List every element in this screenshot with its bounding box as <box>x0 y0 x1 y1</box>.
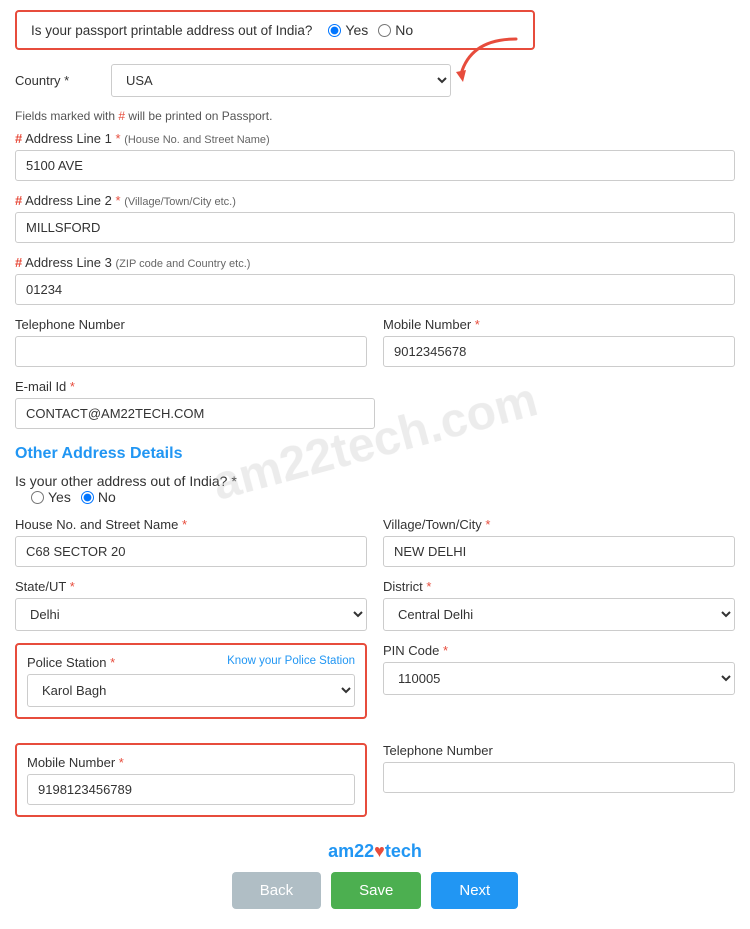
passport-no-radio[interactable] <box>378 24 391 37</box>
next-button[interactable]: Next <box>431 872 518 909</box>
telephone2-label: Telephone Number <box>383 743 735 758</box>
other-no-label[interactable]: No <box>81 489 116 505</box>
police-col: Police Station * Know your Police Statio… <box>15 643 367 731</box>
country-row: Country * USA India UK Canada Australia <box>15 64 735 97</box>
address-line2-input[interactable] <box>15 212 735 243</box>
address-line2-col: # Address Line 2 * (Village/Town/City et… <box>15 193 735 243</box>
telephone-label: Telephone Number <box>15 317 367 332</box>
district-label: District * <box>383 579 735 594</box>
house-input[interactable] <box>15 536 367 567</box>
email-row: E-mail Id * <box>15 379 735 429</box>
address-line3-input[interactable] <box>15 274 735 305</box>
other-no-radio[interactable] <box>81 491 94 504</box>
know-police-link[interactable]: Know your Police Station <box>227 655 355 667</box>
other-address-radio-group: Yes No <box>31 489 237 505</box>
house-label: House No. and Street Name * <box>15 517 367 532</box>
telephone2-input[interactable] <box>383 762 735 793</box>
mobile2-col: Mobile Number * <box>15 743 367 829</box>
print-note: Fields marked with # will be printed on … <box>15 109 735 123</box>
back-button[interactable]: Back <box>232 872 321 909</box>
police-select[interactable]: Karol Bagh Connaught Place Chandni Chowk <box>27 674 355 707</box>
passport-no-label[interactable]: No <box>378 22 413 38</box>
address-line2-label: # Address Line 2 * (Village/Town/City et… <box>15 193 735 208</box>
police-pin-row: Police Station * Know your Police Statio… <box>15 643 735 731</box>
other-yes-label[interactable]: Yes <box>31 489 71 505</box>
passport-no-text: No <box>395 22 413 38</box>
telephone2-col: Telephone Number <box>383 743 735 793</box>
mobile-input[interactable] <box>383 336 735 367</box>
red-arrow-svg <box>451 34 531 99</box>
save-button[interactable]: Save <box>331 872 421 909</box>
other-yes-text: Yes <box>48 489 71 505</box>
button-row: Back Save Next <box>15 872 735 909</box>
village-label: Village/Town/City * <box>383 517 735 532</box>
passport-yes-text: Yes <box>345 22 368 38</box>
red-arrow-indicator <box>451 34 531 102</box>
police-highlighted-box: Police Station * Know your Police Statio… <box>15 643 367 719</box>
village-input[interactable] <box>383 536 735 567</box>
country-label: Country * <box>15 73 95 88</box>
email-label: E-mail Id * <box>15 379 375 394</box>
mobile2-telephone2-row: Mobile Number * Telephone Number <box>15 743 735 829</box>
mobile2-input[interactable] <box>27 774 355 805</box>
mobile-label: Mobile Number * <box>383 317 735 332</box>
pin-col: PIN Code * 110005 110001 110002 <box>383 643 735 695</box>
address-line1-input[interactable] <box>15 150 735 181</box>
hash-symbol: # <box>118 109 125 123</box>
house-village-row: House No. and Street Name * Village/Town… <box>15 517 735 567</box>
email-col: E-mail Id * <box>15 379 375 429</box>
address-line3-row: # Address Line 3 (ZIP code and Country e… <box>15 255 735 305</box>
phone-row: Telephone Number Mobile Number * <box>15 317 735 367</box>
other-address-question-label: Is your other address out of India? * <box>15 473 237 489</box>
passport-yes-label[interactable]: Yes <box>328 22 368 38</box>
mobile2-highlighted-box: Mobile Number * <box>15 743 367 817</box>
country-select[interactable]: USA India UK Canada Australia <box>111 64 451 97</box>
other-address-question-col: Is your other address out of India? * Ye… <box>15 473 237 505</box>
email-input[interactable] <box>15 398 375 429</box>
district-select[interactable]: Central Delhi North Delhi South Delhi <box>383 598 735 631</box>
address-line2-row: # Address Line 2 * (Village/Town/City et… <box>15 193 735 243</box>
other-yes-radio[interactable] <box>31 491 44 504</box>
mobile-col: Mobile Number * <box>383 317 735 367</box>
country-required: * <box>64 73 69 88</box>
state-label: State/UT * <box>15 579 367 594</box>
district-col: District * Central Delhi North Delhi Sou… <box>383 579 735 631</box>
passport-question-label: Is your passport printable address out o… <box>31 23 312 38</box>
address-line1-label: # Address Line 1 * (House No. and Street… <box>15 131 735 146</box>
address-line3-col: # Address Line 3 (ZIP code and Country e… <box>15 255 735 305</box>
state-district-row: State/UT * Delhi Maharashtra Karnataka T… <box>15 579 735 631</box>
address-line3-label: # Address Line 3 (ZIP code and Country e… <box>15 255 735 270</box>
police-label: Police Station * Know your Police Statio… <box>27 655 355 670</box>
other-no-text: No <box>98 489 116 505</box>
brand-text: am22♥tech <box>15 841 735 862</box>
state-col: State/UT * Delhi Maharashtra Karnataka T… <box>15 579 367 631</box>
telephone-col: Telephone Number <box>15 317 367 367</box>
pin-select[interactable]: 110005 110001 110002 <box>383 662 735 695</box>
other-address-title: Other Address Details <box>15 445 735 463</box>
telephone-input[interactable] <box>15 336 367 367</box>
house-col: House No. and Street Name * <box>15 517 367 567</box>
passport-yes-radio[interactable] <box>328 24 341 37</box>
other-address-question-row: Is your other address out of India? * Ye… <box>15 473 735 505</box>
address-line1-row: # Address Line 1 * (House No. and Street… <box>15 131 735 181</box>
country-select-wrap: USA India UK Canada Australia <box>111 64 451 97</box>
pin-label: PIN Code * <box>383 643 735 658</box>
village-col: Village/Town/City * <box>383 517 735 567</box>
address-line1-col: # Address Line 1 * (House No. and Street… <box>15 131 735 181</box>
mobile2-label: Mobile Number * <box>27 755 355 770</box>
passport-radio-group: Yes No <box>328 22 413 38</box>
state-select[interactable]: Delhi Maharashtra Karnataka Tamil Nadu <box>15 598 367 631</box>
